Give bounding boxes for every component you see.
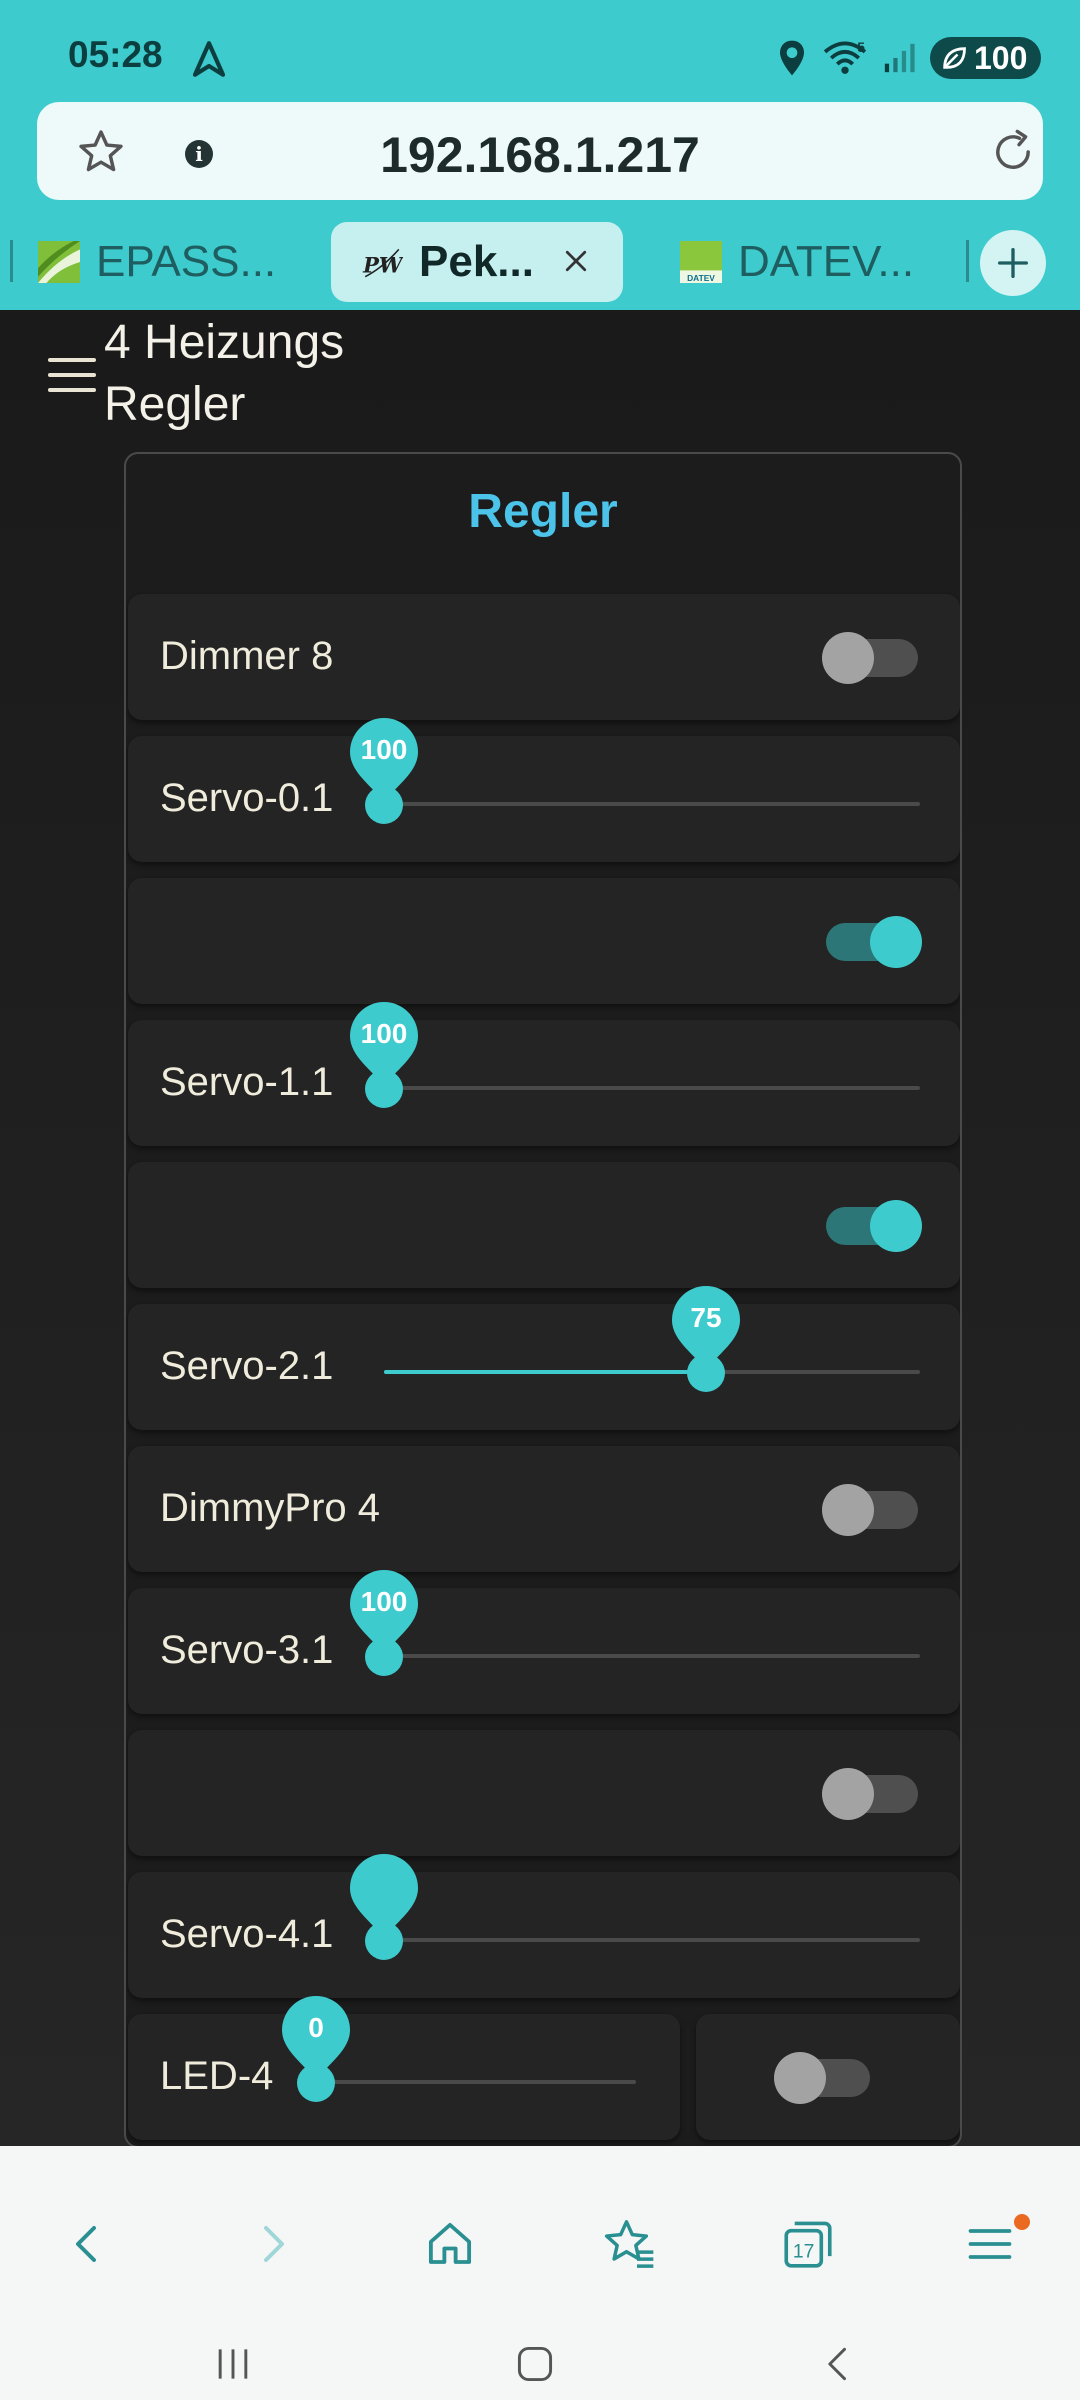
forward-button[interactable] — [234, 2206, 310, 2282]
recent-apps-icon — [218, 2349, 248, 2379]
controls-card: Regler Dimmer 8 Servo-0.1 100 Servo-1.1 … — [124, 452, 962, 2146]
location-icon — [780, 40, 804, 76]
led-4-value: 0 — [308, 2012, 324, 2043]
toggle-2[interactable] — [826, 916, 922, 968]
tab-strip: EPASS... PW Pek... DATEV DATEV... — [0, 218, 1080, 304]
row-servo-0-1: Servo-0.1 100 — [128, 718, 960, 862]
led-4-label: LED-4 — [160, 2054, 274, 2098]
system-home-icon — [517, 2346, 553, 2382]
hamburger-menu-icon[interactable] — [48, 358, 96, 394]
tab-pek[interactable]: PW Pek... — [331, 222, 623, 302]
status-time: 05:28 — [68, 34, 163, 75]
url-text[interactable]: 192.168.1.217 — [37, 126, 1043, 184]
forward-icon — [264, 2226, 284, 2262]
row-servo-4-1: Servo-4.1 — [128, 1854, 960, 1998]
address-bar[interactable]: i 192.168.1.217 — [37, 102, 1043, 200]
bookmarks-button[interactable] — [592, 2206, 668, 2282]
card-title: Regler — [468, 485, 618, 538]
servo-4-1-slider[interactable] — [350, 1852, 920, 1972]
reload-icon[interactable] — [987, 126, 1039, 178]
row-toggle-4 — [128, 1162, 960, 1288]
slider-thumb[interactable] — [297, 2064, 335, 2102]
row-servo-2-1: Servo-2.1 75 — [128, 1286, 960, 1430]
slider-thumb[interactable] — [365, 1922, 403, 1960]
tab-epass-label: EPASS... — [96, 237, 277, 286]
tab-epass[interactable]: EPASS... — [38, 222, 308, 302]
navigation-arrow-icon — [192, 41, 226, 77]
row-toggle-8 — [128, 1730, 960, 1856]
servo-0-1-slider[interactable]: 100 — [350, 716, 920, 836]
epass-favicon-icon — [38, 241, 80, 283]
servo-1-1-value: 100 — [360, 1018, 408, 1049]
slider-thumb[interactable] — [365, 786, 403, 824]
row-led-4: LED-4 0 — [128, 1996, 680, 2140]
svg-text:DATEV: DATEV — [687, 273, 715, 283]
servo-2-1-value: 75 — [690, 1302, 722, 1333]
dimmypro-4-label: DimmyPro 4 — [160, 1486, 381, 1530]
servo-2-1-slider[interactable]: 75 — [384, 1284, 920, 1404]
notification-dot — [1014, 2214, 1030, 2230]
row-led-4-toggle — [696, 2014, 960, 2140]
home-icon — [428, 2222, 472, 2264]
new-tab-button[interactable] — [980, 230, 1046, 296]
led-4-toggle[interactable] — [774, 2052, 870, 2104]
tab-datev[interactable]: DATEV DATEV... — [680, 222, 960, 302]
back-button[interactable] — [50, 2206, 126, 2282]
slider-thumb[interactable] — [365, 1638, 403, 1676]
tabs-icon: 17 — [784, 2221, 832, 2268]
plus-icon — [998, 248, 1028, 278]
servo-3-1-value: 100 — [360, 1586, 408, 1617]
toggle-8[interactable] — [822, 1768, 918, 1820]
system-home-button[interactable] — [500, 2336, 570, 2392]
menu-icon — [968, 2229, 1012, 2259]
back-icon — [76, 2226, 96, 2262]
signal-icon — [884, 43, 915, 73]
close-tab-icon[interactable] — [561, 246, 591, 276]
servo-1-1-slider[interactable]: 100 — [350, 1000, 920, 1120]
slider-thumb[interactable] — [365, 1070, 403, 1108]
servo-2-1-label: Servo-2.1 — [160, 1344, 334, 1388]
battery-level: 100 — [974, 39, 1028, 76]
slider-thumb[interactable] — [687, 1354, 725, 1392]
status-icons: 5 100 — [776, 36, 1042, 80]
dimmypro-4-toggle[interactable] — [822, 1484, 918, 1536]
battery-indicator: 100 — [930, 37, 1042, 79]
system-back-button[interactable] — [804, 2336, 874, 2392]
servo-0-1-label: Servo-0.1 — [160, 776, 334, 820]
browser-chrome: 05:28 5 100 i 192.168.1.217 EPASS... PW … — [0, 0, 1080, 310]
datev-favicon-icon: DATEV — [680, 241, 722, 283]
toggle-4[interactable] — [826, 1200, 922, 1252]
dimmer-8-label: Dimmer 8 — [160, 634, 334, 678]
pek-favicon-icon: PW — [362, 248, 403, 278]
tab-datev-label: DATEV... — [738, 237, 915, 286]
servo-0-1-value: 100 — [360, 734, 408, 765]
dimmer-8-toggle[interactable] — [822, 632, 918, 684]
tab-pek-label: Pek... — [419, 237, 534, 286]
recent-apps-button[interactable] — [198, 2336, 268, 2392]
row-toggle-2 — [128, 878, 960, 1004]
svg-text:5: 5 — [857, 40, 865, 55]
page-title: 4 Heizungs Regler — [104, 316, 345, 431]
home-button[interactable] — [412, 2206, 488, 2282]
bookmarks-icon — [604, 2220, 654, 2268]
servo-3-1-slider[interactable]: 100 — [350, 1568, 920, 1688]
row-servo-3-1: Servo-3.1 100 — [128, 1570, 960, 1714]
leaf-icon — [943, 47, 966, 69]
svg-text:17: 17 — [793, 2241, 815, 2262]
tab-divider — [10, 240, 13, 282]
servo-4-1-label: Servo-4.1 — [160, 1912, 334, 1956]
browser-bottom-bar: 17 — [0, 2146, 1080, 2400]
tabs-button[interactable]: 17 — [770, 2206, 846, 2282]
wifi-icon: 5 — [823, 40, 867, 74]
row-dimmer-8: Dimmer 8 — [128, 594, 960, 720]
row-servo-1-1: Servo-1.1 100 — [128, 1002, 960, 1146]
web-page: 4 Heizungs Regler Regler Dimmer 8 Servo-… — [0, 310, 1080, 2146]
row-dimmypro-4: DimmyPro 4 — [128, 1446, 960, 1572]
servo-3-1-label: Servo-3.1 — [160, 1628, 334, 1672]
led-4-slider[interactable]: 0 — [282, 1994, 636, 2114]
menu-button[interactable] — [952, 2206, 1030, 2282]
system-back-icon — [828, 2347, 846, 2381]
servo-1-1-label: Servo-1.1 — [160, 1060, 334, 1104]
tab-divider — [966, 240, 969, 282]
